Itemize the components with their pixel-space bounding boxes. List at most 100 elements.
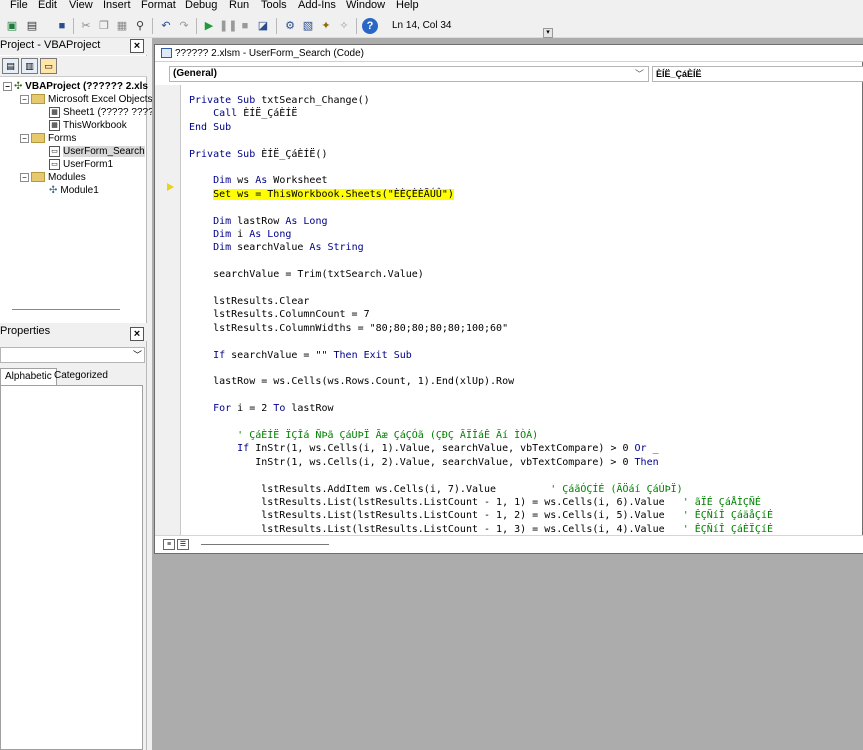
code-line[interactable]: End Sub <box>189 121 231 134</box>
code-line[interactable]: Dim i As Long <box>189 228 291 241</box>
tree-item-modules[interactable]: − Modules <box>20 171 86 184</box>
code-line[interactable]: Dim lastRow As Long <box>189 215 327 228</box>
horizontal-scrollbar[interactable] <box>12 309 120 310</box>
break-icon[interactable]: ❚❚ <box>219 18 237 34</box>
folder-icon <box>31 133 45 144</box>
menu-debug[interactable]: Debug <box>185 0 217 12</box>
code-line[interactable]: lastRow = ws.Cells(ws.Rows.Count, 1).End… <box>189 375 514 388</box>
code-line[interactable]: lstResults.List(lstResults.ListCount - 1… <box>189 496 761 509</box>
code-line[interactable]: lstResults.ColumnCount = 7 <box>189 308 370 321</box>
undo-icon[interactable]: ↶ <box>158 18 174 34</box>
code-token: Call <box>189 108 244 120</box>
code-line[interactable]: lstResults.List(lstResults.ListCount - 1… <box>189 523 773 536</box>
tab-categorized[interactable]: Categorized <box>50 368 112 385</box>
code-token: i <box>237 229 250 240</box>
object-browser-icon[interactable]: ✦ <box>318 18 334 34</box>
object-dropdown[interactable]: (General) ﹀ <box>169 66 649 82</box>
toolbox-icon[interactable]: ✧ <box>336 18 352 34</box>
full-module-view-icon[interactable]: ☰ <box>177 539 189 550</box>
code-line[interactable]: searchValue = Trim(txtSearch.Value) <box>189 268 424 281</box>
collapse-icon[interactable]: − <box>20 94 29 104</box>
project-explorer-icon[interactable]: ⚙ <box>282 18 298 34</box>
code-token: searchValue <box>237 242 310 254</box>
collapse-icon[interactable]: − <box>3 81 12 91</box>
code-line[interactable]: If InStr(1, ws.Cells(i, 1).Value, search… <box>189 442 658 455</box>
view-code-button[interactable]: ▤ <box>2 58 19 74</box>
procedure-dropdown[interactable]: ÈÍË_ÇáÈÍË <box>652 66 863 82</box>
code-token: Then <box>634 456 659 468</box>
code-line[interactable]: Private Sub txtSearch_Change() <box>189 94 370 107</box>
tree-item-forms[interactable]: − Forms <box>20 132 76 145</box>
tree-item-module1[interactable]: ✣ Module1 <box>49 184 99 197</box>
run-icon[interactable]: ▶ <box>201 18 217 34</box>
code-line[interactable]: If searchValue = "" Then Exit Sub <box>189 349 412 362</box>
code-line[interactable]: ' ÇáÈÍË ÏÇÎá ÑÞã ÇáÚÞÏ Ãæ ÇáÇÓã (ÇÐÇ ÃÏÎ… <box>189 429 538 442</box>
menu-insert[interactable]: Insert <box>103 0 131 12</box>
copy-icon[interactable]: ❐ <box>96 18 112 34</box>
code-line[interactable]: lstResults.ColumnWidths = "80;80;80;80;8… <box>189 322 508 335</box>
code-line[interactable]: Set ws = ThisWorkbook.Sheets("ÈÈÇÈÈÃÚÛ") <box>189 188 454 201</box>
cut-icon[interactable]: ✂ <box>78 18 94 34</box>
help-icon[interactable]: ? <box>362 18 378 34</box>
tree-item-sheet1[interactable]: ▦ Sheet1 (????? ????? <box>49 106 159 119</box>
reset-icon[interactable]: ■ <box>237 18 253 34</box>
code-window-title: ?????? 2.xlsm - UserForm_Search (Code) <box>175 48 364 59</box>
collapse-icon[interactable]: − <box>20 133 29 143</box>
tree-label: Forms <box>48 133 77 144</box>
tree-item-excel-objects[interactable]: − Microsoft Excel Objects <box>20 93 152 106</box>
code-line[interactable]: Dim ws As Worksheet <box>189 174 327 187</box>
collapse-icon[interactable]: − <box>20 172 29 182</box>
tree-label: UserForm_Search <box>63 146 145 157</box>
cursor-position: Ln 14, Col 34 <box>392 20 452 31</box>
design-mode-icon[interactable]: ◪ <box>255 18 271 34</box>
tree-item-vbaproject[interactable]: − ✣ VBAProject (?????? 2.xls <box>3 80 148 93</box>
horizontal-scrollbar[interactable] <box>201 544 329 545</box>
code-line[interactable]: lstResults.Clear <box>189 295 309 308</box>
menu-tools[interactable]: Tools <box>261 0 287 12</box>
menu-view[interactable]: View <box>69 0 93 12</box>
code-token: searchValue = Trim(txtSearch.Value) <box>189 269 424 281</box>
properties-window-icon[interactable]: ▧ <box>300 18 316 34</box>
properties-grid[interactable] <box>0 385 143 750</box>
code-token: ÈÍË_ÇáÈÍË() <box>261 148 328 160</box>
toggle-folders-button[interactable]: ▭ <box>40 58 57 74</box>
redo-icon[interactable]: ↷ <box>176 18 192 34</box>
procedure-view-icon[interactable]: ≡ <box>163 539 175 550</box>
code-token: For <box>189 403 238 415</box>
code-line[interactable]: For i = 2 To lastRow <box>189 402 333 415</box>
code-line[interactable]: InStr(1, ws.Cells(i, 2).Value, searchVal… <box>189 456 659 469</box>
menu-edit[interactable]: Edit <box>38 0 57 12</box>
menu-help[interactable]: Help <box>396 0 419 12</box>
menu-add-ins[interactable]: Add-Ins <box>298 0 336 12</box>
indicator-margin[interactable] <box>155 85 181 535</box>
code-line[interactable]: Call ÈÍË_ÇáÈÍË <box>189 107 297 120</box>
code-line[interactable]: Dim searchValue As String <box>189 241 364 254</box>
menu-format[interactable]: Format <box>141 0 176 12</box>
code-token: ' ÇáãÓÇÍÉ (ÃÖáí ÇáÚÞÏ) <box>550 483 683 495</box>
tree-item-userform1[interactable]: ▭ UserForm1 <box>49 158 113 171</box>
tree-item-userform-search[interactable]: ▭ UserForm_Search <box>49 145 145 158</box>
insert-userform-icon[interactable]: ▤ <box>24 18 40 34</box>
menu-window[interactable]: Window <box>346 0 385 12</box>
find-icon[interactable]: ⚲ <box>132 18 148 34</box>
toolbar-options-chevron-icon[interactable]: ▾ <box>543 28 553 38</box>
code-line[interactable]: Private Sub ÈÍË_ÇáÈÍË() <box>189 148 327 161</box>
code-line[interactable]: lstResults.AddItem ws.Cells(i, 7).Value … <box>189 483 683 496</box>
save-icon[interactable]: ■ <box>54 18 70 34</box>
tab-alphabetic[interactable]: Alphabetic <box>0 368 57 385</box>
close-icon[interactable]: × <box>130 39 144 53</box>
menu-file[interactable]: File <box>10 0 28 12</box>
tree-label: Sheet1 (????? ????? <box>63 107 160 118</box>
folder-icon <box>31 94 45 105</box>
tree-label: Microsoft Excel Objects <box>48 94 153 105</box>
menu-run[interactable]: Run <box>229 0 249 12</box>
view-excel-icon[interactable]: ▣ <box>4 18 20 34</box>
view-object-button[interactable]: ▥ <box>21 58 38 74</box>
tree-item-thisworkbook[interactable]: ▦ ThisWorkbook <box>49 119 127 132</box>
code-line[interactable]: lstResults.List(lstResults.ListCount - 1… <box>189 509 773 522</box>
code-editor[interactable]: Private Sub txtSearch_Change() Call ÈÍË_… <box>155 85 863 535</box>
standard-toolbar: ▣ ▤ ■ ✂ ❐ ▦ ⚲ ↶ ↷ ▶ ❚❚ ■ ◪ ⚙ ▧ ✦ ✧ ? Ln … <box>0 14 863 38</box>
paste-icon[interactable]: ▦ <box>114 18 130 34</box>
object-selector-dropdown[interactable]: ﹀ <box>0 347 145 363</box>
close-icon[interactable]: × <box>130 327 144 341</box>
